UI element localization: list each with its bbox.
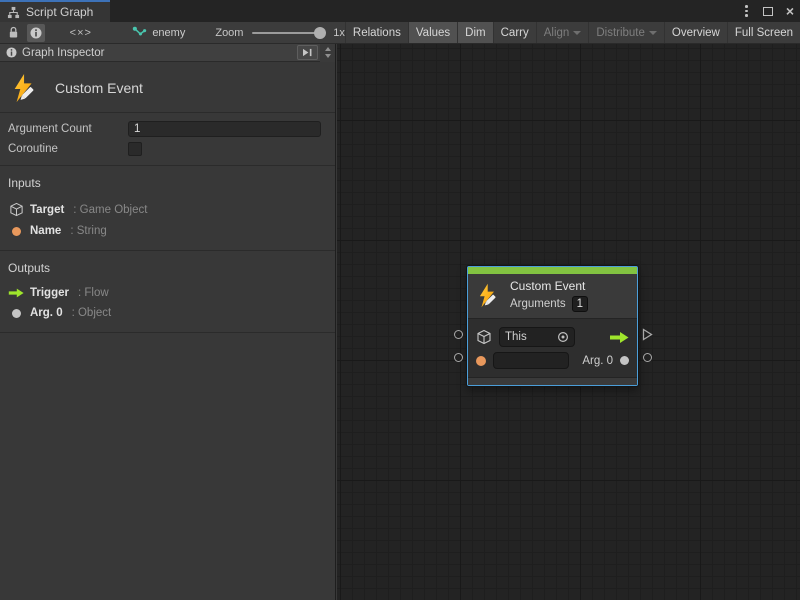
graph-inspector-header: Graph Inspector	[0, 44, 335, 62]
zoom-value: 1x	[333, 27, 345, 39]
toolbar-button-group: Relations Values Dim Carry Align Distrib…	[345, 22, 800, 43]
inputs-header: Inputs	[8, 176, 327, 190]
overview-button[interactable]: Overview	[664, 22, 727, 43]
full-screen-button[interactable]: Full Screen	[727, 22, 800, 43]
chevron-down-icon	[573, 31, 581, 35]
port-row-target: Target : Game Object	[8, 198, 327, 221]
port-name: Target	[30, 204, 64, 216]
target-dropdown[interactable]: This	[499, 327, 575, 347]
scroll-down-icon[interactable]	[325, 54, 331, 58]
port-name: Arg. 0	[30, 307, 63, 319]
node-arguments-label: Arguments	[510, 298, 566, 310]
carry-button[interactable]: Carry	[493, 22, 536, 43]
input-port-target[interactable]	[454, 330, 463, 339]
graph-asset-icon	[132, 26, 147, 39]
arg0-output-dot-icon[interactable]	[620, 356, 629, 365]
port-type: : Game Object	[73, 204, 147, 216]
flow-arrow-icon	[8, 288, 24, 298]
align-button: Align	[536, 22, 589, 43]
close-icon[interactable]: ×	[786, 4, 794, 18]
trigger-output-icon[interactable]	[609, 332, 629, 343]
lock-icon	[8, 26, 19, 39]
input-port-name[interactable]	[454, 353, 463, 362]
node-body: This Arg. 0	[468, 319, 637, 377]
unit-settings-form: Argument Count 1 Coroutine	[0, 113, 335, 166]
relations-button[interactable]: Relations	[345, 22, 408, 43]
script-graph-icon	[7, 6, 20, 19]
port-row-name: Name : String	[8, 221, 327, 241]
custom-event-icon	[10, 73, 40, 103]
inputs-section: Inputs Target : Game Object Name : Strin…	[0, 166, 335, 251]
unit-title: Custom Event	[55, 80, 143, 96]
output-port-arg0[interactable]	[643, 353, 652, 362]
info-icon	[30, 27, 42, 39]
title-bar: Script Graph ×	[0, 0, 800, 22]
cube-icon	[8, 202, 24, 217]
target-value: This	[505, 331, 553, 343]
tab-script-graph[interactable]: Script Graph	[0, 0, 110, 22]
dim-button[interactable]: Dim	[457, 22, 492, 43]
argument-count-row: Argument Count 1	[8, 121, 321, 137]
custom-event-icon	[476, 283, 501, 308]
zoom-label: Zoom	[215, 27, 243, 39]
graph-toolbar: <×> enemy Zoom 1x Relations Values Dim C…	[0, 22, 800, 44]
graph-name-label: enemy	[152, 27, 185, 39]
dock-panel-button[interactable]	[297, 45, 318, 60]
arg0-label: Arg. 0	[582, 355, 613, 367]
node-target-row: This	[476, 326, 629, 348]
string-dot-icon	[12, 227, 21, 236]
output-port-trigger[interactable]	[642, 328, 653, 341]
lock-button[interactable]	[4, 24, 22, 42]
port-row-trigger: Trigger : Flow	[8, 283, 327, 303]
graph-breadcrumb[interactable]: enemy	[132, 26, 185, 39]
chevron-down-icon	[649, 31, 657, 35]
argument-count-field[interactable]: 1	[128, 121, 321, 137]
scroll-up-icon[interactable]	[325, 47, 331, 51]
string-input-dot-icon[interactable]	[476, 356, 486, 366]
graph-inspector-title: Graph Inspector	[22, 47, 104, 59]
info-icon	[6, 47, 17, 58]
graph-inspector-panel: Graph Inspector	[0, 44, 336, 600]
port-type: : Object	[72, 307, 112, 319]
inspector-toggle-button[interactable]	[27, 24, 45, 42]
node-footer	[468, 377, 637, 385]
coroutine-label: Coroutine	[8, 143, 128, 155]
zoom-slider-handle[interactable]	[314, 27, 326, 39]
align-label: Align	[544, 27, 570, 39]
maximize-icon[interactable]	[763, 7, 773, 16]
node-arguments-value: 1	[572, 296, 588, 312]
port-type: : Flow	[78, 287, 109, 299]
outputs-header: Outputs	[8, 261, 327, 275]
values-button[interactable]: Values	[408, 22, 457, 43]
port-type: : String	[70, 225, 106, 237]
outputs-section: Outputs Trigger : Flow Arg. 0 : Object	[0, 251, 335, 333]
graph-canvas[interactable]: Custom Event Arguments 1 This	[337, 44, 800, 600]
port-name: Trigger	[30, 287, 69, 299]
tab-label: Script Graph	[26, 5, 93, 19]
unit-header: Custom Event	[0, 62, 335, 113]
coroutine-row: Coroutine	[8, 142, 321, 156]
coroutine-checkbox[interactable]	[128, 142, 142, 156]
custom-event-node[interactable]: Custom Event Arguments 1 This	[467, 266, 638, 386]
node-event-accent-bar	[468, 267, 637, 274]
node-title: Custom Event	[510, 279, 588, 293]
distribute-button: Distribute	[588, 22, 664, 43]
panel-scroll-spinner	[320, 44, 335, 62]
port-row-arg0: Arg. 0 : Object	[8, 303, 327, 323]
node-name-row: Arg. 0	[476, 351, 629, 370]
port-name: Name	[30, 225, 61, 237]
zoom-slider[interactable]	[252, 26, 324, 40]
argument-count-label: Argument Count	[8, 123, 128, 135]
code-icon: <×>	[70, 27, 92, 39]
cube-icon	[476, 329, 492, 345]
event-name-input[interactable]	[493, 352, 569, 369]
window-controls: ×	[743, 0, 794, 22]
object-dot-icon	[12, 309, 21, 318]
distribute-label: Distribute	[596, 27, 645, 39]
dock-right-icon	[302, 48, 313, 57]
code-view-button[interactable]: <×>	[67, 24, 94, 42]
object-picker-icon[interactable]	[557, 331, 569, 343]
node-header[interactable]: Custom Event Arguments 1	[468, 274, 637, 319]
window-menu-icon[interactable]	[743, 3, 750, 19]
